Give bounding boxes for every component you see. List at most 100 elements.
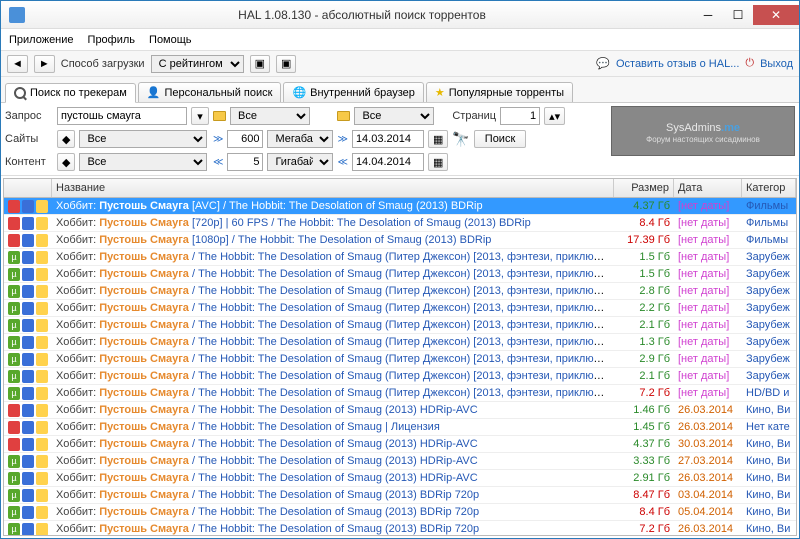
save-icon[interactable] xyxy=(22,234,34,247)
play-icon[interactable] xyxy=(36,268,48,281)
magnet-icon[interactable] xyxy=(8,438,20,451)
nav-back-button[interactable]: ◄ xyxy=(7,55,28,73)
table-row[interactable]: µХоббит: Пустошь Смауга / The Hobbit: Th… xyxy=(4,385,796,402)
table-row[interactable]: µХоббит: Пустошь Смауга / The Hobbit: Th… xyxy=(4,351,796,368)
play-icon[interactable] xyxy=(36,506,48,519)
save-icon[interactable] xyxy=(22,251,34,264)
table-row[interactable]: Хоббит: Пустошь Смауга [1080p] / The Hob… xyxy=(4,232,796,249)
play-icon[interactable] xyxy=(36,234,48,247)
magnet-icon[interactable] xyxy=(8,217,20,230)
query-dropdown[interactable]: ▾ xyxy=(191,107,209,125)
exit-link[interactable]: Выход xyxy=(760,58,793,70)
save-icon[interactable] xyxy=(22,336,34,349)
play-icon[interactable] xyxy=(36,404,48,417)
table-row[interactable]: µХоббит: Пустошь Смауга / The Hobbit: Th… xyxy=(4,487,796,504)
save-icon[interactable] xyxy=(22,472,34,485)
utorrent-icon[interactable]: µ xyxy=(8,251,20,264)
save-icon[interactable] xyxy=(22,302,34,315)
calendar-icon[interactable]: ▦ xyxy=(428,130,448,148)
table-row[interactable]: Хоббит: Пустошь Смауга / The Hobbit: The… xyxy=(4,402,796,419)
save-icon[interactable] xyxy=(22,421,34,434)
play-icon[interactable] xyxy=(36,319,48,332)
play-icon[interactable] xyxy=(36,302,48,315)
magnet-icon[interactable] xyxy=(8,421,20,434)
maximize-button[interactable]: ☐ xyxy=(723,5,753,25)
table-row[interactable]: µХоббит: Пустошь Смауга / The Hobbit: Th… xyxy=(4,470,796,487)
play-icon[interactable] xyxy=(36,353,48,366)
utorrent-icon[interactable]: µ xyxy=(8,285,20,298)
utorrent-icon[interactable]: µ xyxy=(8,472,20,485)
pages-input[interactable] xyxy=(500,107,540,125)
utorrent-icon[interactable]: µ xyxy=(8,506,20,519)
play-icon[interactable] xyxy=(36,200,48,213)
unit-max-select[interactable]: Гигабайт xyxy=(267,153,333,171)
play-icon[interactable] xyxy=(36,472,48,485)
utorrent-icon[interactable]: µ xyxy=(8,268,20,281)
play-icon[interactable] xyxy=(36,251,48,264)
unit-min-select[interactable]: Мегабайт xyxy=(267,130,333,148)
utorrent-icon[interactable]: µ xyxy=(8,302,20,315)
save-icon[interactable] xyxy=(22,404,34,417)
table-row[interactable]: µХоббит: Пустошь Смауга / The Hobbit: Th… xyxy=(4,521,796,536)
table-row[interactable]: µХоббит: Пустошь Смауга / The Hobbit: Th… xyxy=(4,283,796,300)
tab-browser[interactable]: 🌐Внутренний браузер xyxy=(283,82,423,102)
search-button[interactable]: Поиск xyxy=(474,130,526,148)
cat1-select[interactable]: Все xyxy=(230,107,310,125)
save-icon[interactable] xyxy=(22,489,34,502)
play-icon[interactable] xyxy=(36,489,48,502)
play-icon[interactable] xyxy=(36,336,48,349)
tool-btn-a[interactable]: ▣ xyxy=(250,55,270,73)
table-row[interactable]: µХоббит: Пустошь Смауга / The Hobbit: Th… xyxy=(4,249,796,266)
nav-fwd-button[interactable]: ► xyxy=(34,55,55,73)
content-icon[interactable]: ◆ xyxy=(57,153,75,171)
banner[interactable]: SysAdmins.me Форум настоящих сисадминов xyxy=(611,106,795,156)
table-row[interactable]: Хоббит: Пустошь Смауга / The Hobbit: The… xyxy=(4,419,796,436)
save-icon[interactable] xyxy=(22,523,34,536)
save-icon[interactable] xyxy=(22,353,34,366)
save-icon[interactable] xyxy=(22,268,34,281)
table-row[interactable]: µХоббит: Пустошь Смауга / The Hobbit: Th… xyxy=(4,266,796,283)
utorrent-icon[interactable]: µ xyxy=(8,319,20,332)
play-icon[interactable] xyxy=(36,285,48,298)
utorrent-icon[interactable]: µ xyxy=(8,489,20,502)
table-row[interactable]: µХоббит: Пустошь Смауга / The Hobbit: Th… xyxy=(4,317,796,334)
utorrent-icon[interactable]: µ xyxy=(8,455,20,468)
save-icon[interactable] xyxy=(22,285,34,298)
review-link[interactable]: Оставить отзыв о HAL... xyxy=(616,58,739,70)
utorrent-icon[interactable]: µ xyxy=(8,336,20,349)
calendar-icon[interactable]: ▦ xyxy=(428,153,448,171)
menu-app[interactable]: Приложение xyxy=(9,34,74,46)
minimize-button[interactable]: ─ xyxy=(693,5,723,25)
play-icon[interactable] xyxy=(36,438,48,451)
table-row[interactable]: Хоббит: Пустошь Смауга [720p] | 60 FPS /… xyxy=(4,215,796,232)
save-icon[interactable] xyxy=(22,438,34,451)
tab-trackers[interactable]: Поиск по трекерам xyxy=(5,83,136,103)
sites-select[interactable]: Все xyxy=(79,130,207,148)
col-category[interactable]: Категор xyxy=(742,179,796,197)
table-row[interactable]: Хоббит: Пустошь Смауга [AVC] / The Hobbi… xyxy=(4,198,796,215)
col-size[interactable]: Размер xyxy=(614,179,674,197)
table-row[interactable]: µХоббит: Пустошь Смауга / The Hobbit: Th… xyxy=(4,504,796,521)
date-from-input[interactable] xyxy=(352,130,424,148)
content-select[interactable]: Все xyxy=(79,153,207,171)
play-icon[interactable] xyxy=(36,387,48,400)
col-date[interactable]: Дата xyxy=(674,179,742,197)
table-row[interactable]: µХоббит: Пустошь Смауга / The Hobbit: Th… xyxy=(4,453,796,470)
query-input[interactable] xyxy=(57,107,187,125)
utorrent-icon[interactable]: µ xyxy=(8,523,20,536)
table-row[interactable]: Хоббит: Пустошь Смауга / The Hobbit: The… xyxy=(4,436,796,453)
col-name[interactable]: Название xyxy=(52,179,614,197)
tool-btn-b[interactable]: ▣ xyxy=(276,55,296,73)
save-icon[interactable] xyxy=(22,506,34,519)
pages-step[interactable]: ▴▾ xyxy=(544,107,565,125)
magnet-icon[interactable] xyxy=(8,404,20,417)
load-method-select[interactable]: С рейтингом xyxy=(151,55,244,73)
save-icon[interactable] xyxy=(22,200,34,213)
table-row[interactable]: µХоббит: Пустошь Смауга / The Hobbit: Th… xyxy=(4,368,796,385)
play-icon[interactable] xyxy=(36,421,48,434)
save-icon[interactable] xyxy=(22,217,34,230)
utorrent-icon[interactable]: µ xyxy=(8,387,20,400)
play-icon[interactable] xyxy=(36,370,48,383)
size-max-input[interactable] xyxy=(227,153,263,171)
sites-icon[interactable]: ◆ xyxy=(57,130,75,148)
